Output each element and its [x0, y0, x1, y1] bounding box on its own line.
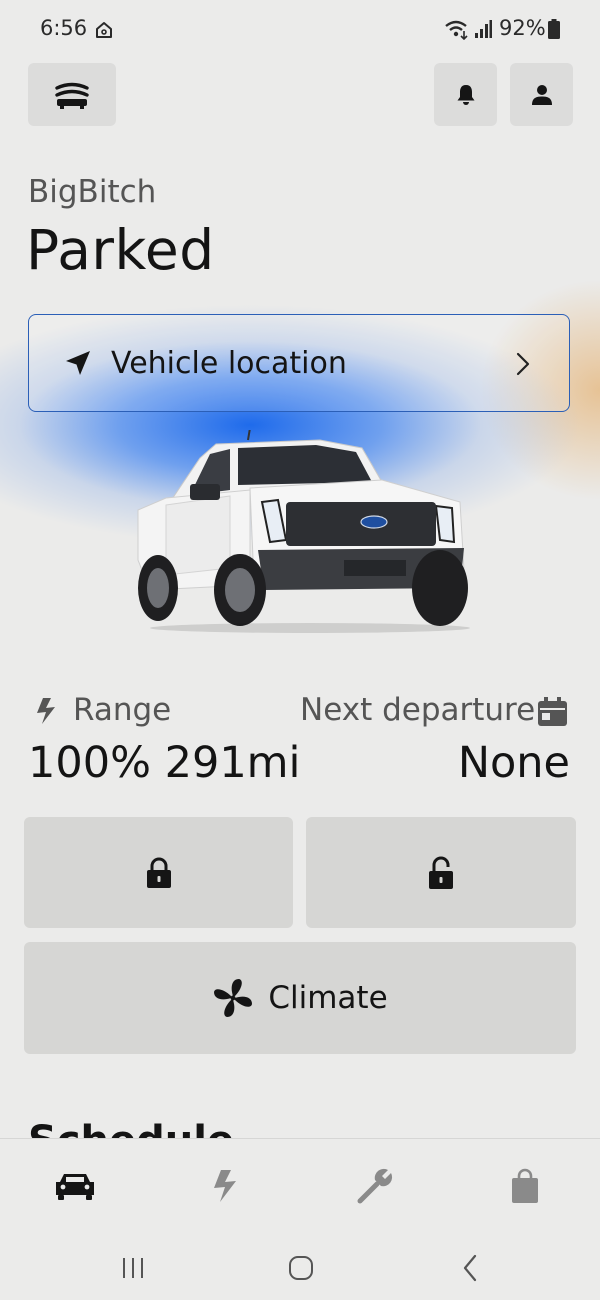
unlock-button[interactable]	[306, 817, 576, 928]
lightning-icon	[214, 1170, 236, 1202]
calendar-icon[interactable]	[537, 696, 568, 727]
range-label: Range	[73, 692, 172, 728]
lock-button[interactable]	[24, 817, 293, 928]
recent-apps-icon	[123, 1258, 143, 1278]
car-icon	[56, 1174, 94, 1200]
wifi-icon	[445, 20, 468, 40]
climate-button[interactable]: Climate	[24, 942, 576, 1054]
back-chevron-icon	[463, 1254, 477, 1282]
vehicle-image	[137, 430, 470, 633]
nav-vehicle-tab[interactable]	[50, 1161, 100, 1211]
notifications-button[interactable]	[434, 63, 497, 126]
home-button[interactable]	[281, 1250, 321, 1286]
garage-button[interactable]	[28, 63, 116, 126]
nav-charging-tab[interactable]	[200, 1161, 250, 1211]
fan-icon	[214, 979, 253, 1017]
climate-label: Climate	[268, 980, 388, 1016]
nav-service-tab[interactable]	[350, 1161, 400, 1211]
vehicle-location-button[interactable]: Vehicle location	[28, 314, 570, 412]
battery-percent: 92%	[499, 16, 546, 40]
system-navigation-bar	[0, 1234, 600, 1300]
range-value: 100% 291mi	[28, 738, 301, 788]
lock-icon	[146, 857, 171, 888]
unlock-icon	[429, 856, 453, 889]
bell-icon	[457, 84, 474, 105]
lightning-icon	[37, 698, 55, 724]
home-circle-icon	[289, 1256, 313, 1280]
signal-icon	[475, 20, 492, 38]
chevron-right-icon	[516, 352, 530, 376]
next-departure-label: Next departure	[300, 692, 536, 728]
navigation-arrow-icon	[66, 351, 90, 375]
nav-shop-tab[interactable]	[500, 1161, 550, 1211]
status-time: 6:56	[40, 16, 88, 40]
shopping-bag-icon	[512, 1168, 538, 1203]
battery-icon	[548, 19, 560, 39]
bottom-navigation	[0, 1138, 600, 1235]
vehicle-name: BigBitch	[28, 174, 157, 210]
next-departure-value: None	[457, 738, 570, 788]
vehicle-location-label: Vehicle location	[111, 345, 347, 381]
wrench-icon	[357, 1168, 393, 1204]
back-button[interactable]	[450, 1250, 490, 1286]
person-icon	[531, 84, 552, 105]
recent-apps-button[interactable]	[113, 1250, 153, 1286]
profile-button[interactable]	[510, 63, 573, 126]
home-status-icon	[96, 22, 112, 38]
garage-icon	[55, 82, 89, 109]
section-heading: Schedule	[28, 1118, 234, 1138]
